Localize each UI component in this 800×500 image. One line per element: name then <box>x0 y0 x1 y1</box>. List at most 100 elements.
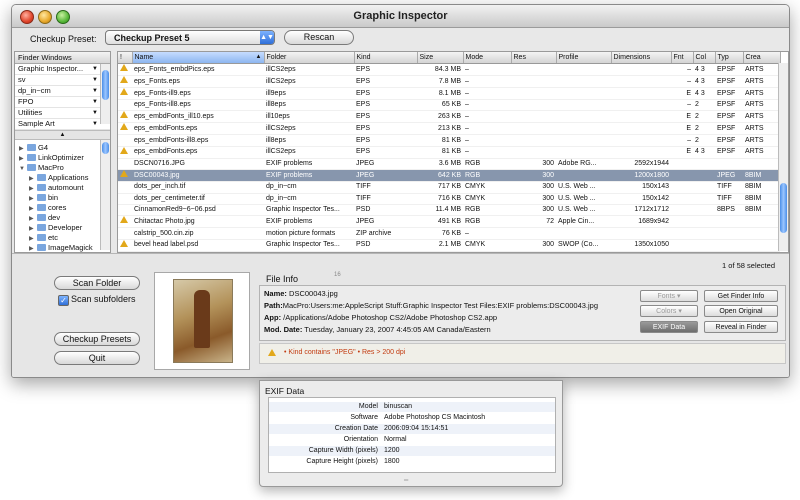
table-row[interactable]: eps_embdFonts.eps illCS2eps EPS 81 KB – E 4 3E… <box>118 146 780 159</box>
table-row[interactable]: calstrip_500.cin.zip motion picture forma… <box>118 227 780 240</box>
title-bar: Graphic Inspector <box>12 5 789 28</box>
cell-name: eps_Fonts.eps <box>132 75 264 88</box>
cell-dims: 2592x1944 <box>611 158 671 171</box>
dropdown-arrow-icon[interactable]: ▼ <box>92 97 98 107</box>
column-header[interactable]: Name ▲ <box>132 52 265 64</box>
table-row[interactable]: dots_per_centimeter.tif dp_in~cm TIFF 716 K… <box>118 193 780 205</box>
tree-scrollbar[interactable] <box>100 140 110 250</box>
tree-item[interactable]: ▶ Developer <box>15 223 110 233</box>
column-header[interactable]: Crea <box>743 52 781 64</box>
dropdown-arrow-icon[interactable]: ▼ <box>92 86 98 96</box>
cell-dims: 1200x1800 <box>611 169 671 183</box>
quit-button[interactable]: Quit <box>54 351 140 365</box>
table-row[interactable]: eps_embdFonts_ill10.eps ill10eps EPS 263 KB… <box>118 110 780 124</box>
table-row[interactable]: eps_Fonts.eps illCS2eps EPS 7.8 MB – –4 3 EPSF… <box>118 75 780 88</box>
cell-folder: illCS2eps <box>264 146 354 159</box>
cell-dims <box>611 122 671 136</box>
fonts-popup[interactable]: Fonts ▾ <box>640 290 698 302</box>
table-row[interactable]: dots_per_inch.tif dp_in~cm TIFF 717 KB CMYK 3… <box>118 181 780 194</box>
column-header[interactable]: Size <box>417 52 464 64</box>
cell-fnt: E <box>671 110 693 124</box>
column-header[interactable]: Typ <box>715 52 744 64</box>
warning-triangle-icon <box>120 123 128 131</box>
table-scroll-thumb[interactable] <box>780 183 787 233</box>
tree-item[interactable]: ▶ bin <box>15 193 110 203</box>
reveal-in-finder-button[interactable]: Reveal in Finder <box>704 321 778 333</box>
cell-typ: TIFF <box>715 181 743 194</box>
column-header[interactable]: ! <box>118 52 133 64</box>
cell-fnt: – <box>671 75 693 88</box>
exif-data-button[interactable]: EXIF Data <box>640 321 698 333</box>
table-scrollbar[interactable] <box>778 63 788 251</box>
table-row[interactable]: DSC00043.jpg EXIF problems JPEG 642 KB RGB 30… <box>118 169 780 183</box>
folder-icon <box>37 214 46 221</box>
checkup-preset-label: Checkup Preset: <box>30 34 97 44</box>
cell-size: 491 KB <box>417 215 463 229</box>
finder-window-item[interactable]: dp_in~cm ▼ <box>15 86 110 97</box>
column-header[interactable]: Kind <box>354 52 418 64</box>
column-header[interactable]: Dimensions <box>611 52 672 64</box>
dropdown-arrow-icon[interactable]: ▼ <box>92 119 98 129</box>
finder-window-item[interactable]: Sample Art ▼ <box>15 119 110 130</box>
column-header-label: Name <box>134 54 154 61</box>
finder-list-scroll-thumb[interactable] <box>102 70 109 100</box>
table-row[interactable]: eps_Fonts-ill8.eps ill8eps EPS 65 KB – –2 EPS… <box>118 99 780 112</box>
exif-key: Orientation <box>343 436 378 443</box>
tree-item[interactable]: ▶ automount <box>15 183 110 193</box>
table-row[interactable]: eps_embdFonts.eps illCS2eps EPS 213 KB – E 2 E… <box>118 122 780 136</box>
finder-window-item[interactable]: sv ▼ <box>15 75 110 86</box>
checkup-presets-button[interactable]: Checkup Presets <box>54 332 140 346</box>
table-row[interactable]: bevel head label.psd Graphic Inspector Te… <box>118 239 780 252</box>
file-app-line: App: /Applications/Adobe Photoshop CS2/A… <box>264 313 498 322</box>
tree-item-label: automount <box>48 183 84 192</box>
cell-dims <box>611 110 671 124</box>
table-row[interactable]: CinnamonRed9~6~06.psd Graphic Inspector T… <box>118 204 780 217</box>
bottom-panel: Scan Folder ✓ Scan subfolders Checkup Pr… <box>12 253 789 377</box>
cell-profile <box>556 227 611 240</box>
finder-window-item[interactable]: Utilities ▼ <box>15 108 110 119</box>
column-header[interactable]: Res <box>511 52 557 64</box>
cell-kind: JPEG <box>354 158 417 171</box>
warning-cell <box>118 215 132 229</box>
column-header-label: Mode <box>465 54 484 61</box>
warning-cell <box>118 239 132 252</box>
column-header-label: Fnt <box>673 54 684 61</box>
tree-item[interactable]: ▼ MacPro <box>15 163 110 173</box>
checkup-preset-popup[interactable]: Checkup Preset 5 ▲▼ <box>105 30 275 45</box>
column-header[interactable]: Mode <box>463 52 512 64</box>
tree-item[interactable]: ▶ ImageMagick <box>15 243 110 253</box>
open-original-button[interactable]: Open Original <box>704 305 778 317</box>
tree-item[interactable]: ▶ dev <box>15 213 110 223</box>
get-finder-info-button[interactable]: Get Finder Info <box>704 290 778 302</box>
cell-res: 72 <box>511 215 556 229</box>
tree-item[interactable]: ▶ etc <box>15 233 110 243</box>
drawer-resize-grip-icon[interactable]: ═ <box>404 478 408 484</box>
cell-size: 3.6 MB <box>417 158 463 171</box>
scan-subfolders-checkbox[interactable]: ✓ <box>58 295 69 306</box>
pane-splitter[interactable]: ▲ <box>15 130 110 140</box>
finder-window-item[interactable]: FPO ▼ <box>15 97 110 108</box>
finder-window-item[interactable]: Graphic Inspector... ▼ <box>15 64 110 75</box>
column-header[interactable]: Fnt <box>671 52 694 64</box>
table-row[interactable]: eps_Fonts-ill9.eps ill9eps EPS 8.1 MB – E 4 3E… <box>118 87 780 100</box>
rescan-button[interactable]: Rescan <box>284 30 354 45</box>
finder-list-scrollbar[interactable] <box>100 64 110 124</box>
column-header[interactable]: Folder <box>264 52 355 64</box>
tree-scroll-thumb[interactable] <box>102 142 109 154</box>
colors-popup[interactable]: Colors ▾ <box>640 305 698 317</box>
tree-item[interactable]: ▶ LinkOptimizer <box>15 153 110 163</box>
table-row[interactable]: eps_embdFonts-ill8.eps ill8eps EPS 81 KB – –2… <box>118 134 780 147</box>
dropdown-arrow-icon[interactable]: ▼ <box>92 64 98 74</box>
tree-item[interactable]: ▶ Applications <box>15 173 110 183</box>
column-header[interactable]: Profile <box>556 52 612 64</box>
scan-folder-button[interactable]: Scan Folder <box>54 276 140 290</box>
column-header[interactable]: Col <box>693 52 716 64</box>
table-row[interactable]: DSCN0716.JPG EXIF problems JPEG 3.6 MB RGB 30… <box>118 158 780 171</box>
table-row[interactable]: Chitactac Photo.jpg EXIF problems JPEG 491 … <box>118 215 780 229</box>
dropdown-arrow-icon[interactable]: ▼ <box>92 108 98 118</box>
table-row[interactable]: eps_Fonts_embdPics.eps illCS2eps EPS 84.3 M… <box>118 63 780 76</box>
dropdown-arrow-icon[interactable]: ▼ <box>92 75 98 85</box>
file-info-index: 16 <box>334 272 341 278</box>
tree-item[interactable]: ▶ cores <box>15 203 110 213</box>
tree-item[interactable]: ▶ G4 <box>15 143 110 153</box>
